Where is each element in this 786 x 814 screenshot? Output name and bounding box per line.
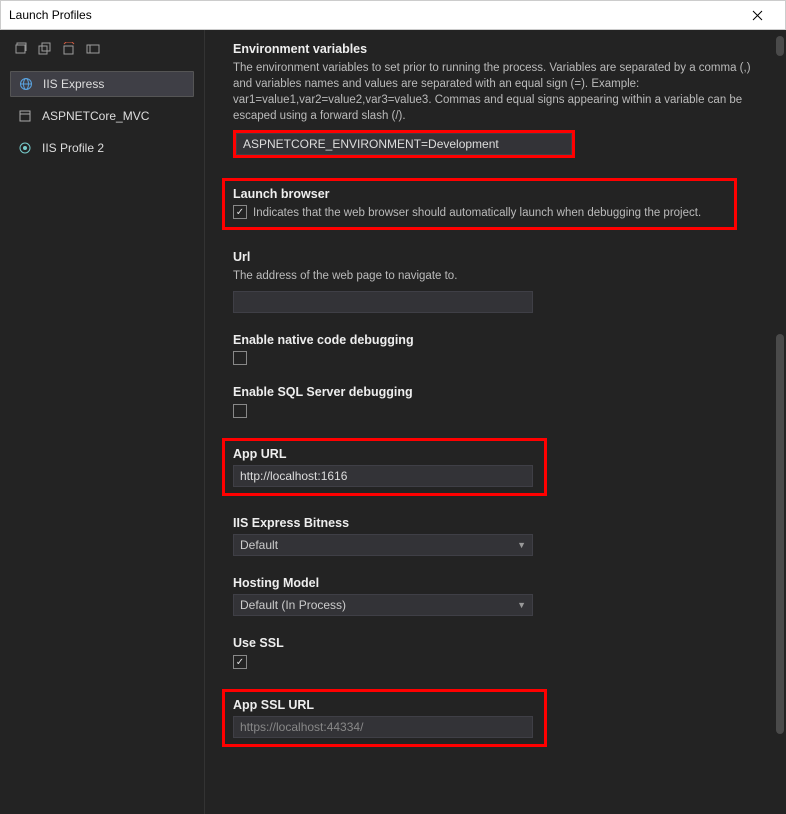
new-profile-icon[interactable] xyxy=(14,42,28,56)
sql-debug-section: Enable SQL Server debugging xyxy=(233,385,758,418)
app-url-input[interactable] xyxy=(233,465,533,487)
native-debug-checkbox[interactable] xyxy=(233,351,247,365)
globe-icon xyxy=(19,77,33,91)
url-desc: The address of the web page to navigate … xyxy=(233,268,758,284)
sidebar: IIS Express ASPNETCore_MVC IIS Profile 2 xyxy=(0,30,205,814)
url-input[interactable] xyxy=(233,291,533,313)
sidebar-toolbar xyxy=(0,35,204,63)
app-url-title: App URL xyxy=(233,447,536,461)
launch-browser-highlight: Launch browser Indicates that the web br… xyxy=(222,178,737,230)
profile-item-iis-express[interactable]: IIS Express xyxy=(10,71,194,97)
close-button[interactable] xyxy=(737,1,777,29)
use-ssl-checkbox[interactable] xyxy=(233,655,247,669)
hosting-model-title: Hosting Model xyxy=(233,576,758,590)
settings-scroll-area: Environment variables The environment va… xyxy=(205,30,786,814)
env-vars-highlight xyxy=(233,130,575,158)
profile-item-aspnetcore-mvc[interactable]: ASPNETCore_MVC xyxy=(10,103,194,129)
native-debug-section: Enable native code debugging xyxy=(233,333,758,366)
hosting-model-section: Hosting Model Default (In Process) ▼ xyxy=(233,576,758,616)
duplicate-profile-icon[interactable] xyxy=(38,42,52,56)
env-vars-desc: The environment variables to set prior t… xyxy=(233,60,758,124)
app-ssl-url-title: App SSL URL xyxy=(233,698,536,712)
bitness-dropdown[interactable]: Default ▼ xyxy=(233,534,533,556)
use-ssl-title: Use SSL xyxy=(233,636,758,650)
rename-profile-icon[interactable] xyxy=(86,42,100,56)
app-url-highlight: App URL xyxy=(222,438,547,496)
app-ssl-url-highlight: App SSL URL xyxy=(222,689,547,747)
profile-item-iis-profile-2[interactable]: IIS Profile 2 xyxy=(10,135,194,161)
launch-browser-section: Launch browser Indicates that the web br… xyxy=(233,178,758,230)
app-ssl-url-input[interactable] xyxy=(233,716,533,738)
hosting-model-dropdown[interactable]: Default (In Process) ▼ xyxy=(233,594,533,616)
window-body: IIS Express ASPNETCore_MVC IIS Profile 2… xyxy=(0,30,786,814)
url-title: Url xyxy=(233,250,758,264)
app-ssl-url-section: App SSL URL xyxy=(233,689,758,747)
content-panel: Environment variables The environment va… xyxy=(205,30,786,814)
use-ssl-section: Use SSL xyxy=(233,636,758,669)
scroll-thumb-top[interactable] xyxy=(776,36,784,56)
env-vars-input[interactable] xyxy=(236,133,572,155)
profile-label: IIS Express xyxy=(43,77,104,91)
chevron-down-icon: ▼ xyxy=(517,600,526,610)
bitness-title: IIS Express Bitness xyxy=(233,516,758,530)
launch-browser-desc: Indicates that the web browser should au… xyxy=(253,205,701,221)
url-section: Url The address of the web page to navig… xyxy=(233,250,758,312)
app-url-section: App URL xyxy=(233,438,758,496)
iis-icon xyxy=(18,141,32,155)
scroll-thumb[interactable] xyxy=(776,334,784,734)
profile-label: IIS Profile 2 xyxy=(42,141,104,155)
vertical-scrollbar[interactable] xyxy=(776,34,784,810)
bitness-value: Default xyxy=(240,538,278,552)
sql-debug-title: Enable SQL Server debugging xyxy=(233,385,758,399)
launch-browser-checkbox[interactable] xyxy=(233,205,247,219)
titlebar: Launch Profiles xyxy=(0,0,786,30)
profile-list: IIS Express ASPNETCore_MVC IIS Profile 2 xyxy=(0,63,204,161)
env-vars-section: Environment variables The environment va… xyxy=(233,42,758,158)
sql-debug-checkbox[interactable] xyxy=(233,404,247,418)
close-icon xyxy=(752,10,763,21)
env-vars-title: Environment variables xyxy=(233,42,758,56)
profile-label: ASPNETCore_MVC xyxy=(42,109,149,123)
chevron-down-icon: ▼ xyxy=(517,540,526,550)
window-title: Launch Profiles xyxy=(9,8,737,22)
launch-browser-title: Launch browser xyxy=(233,187,726,201)
bitness-section: IIS Express Bitness Default ▼ xyxy=(233,516,758,556)
hosting-model-value: Default (In Process) xyxy=(240,598,346,612)
native-debug-title: Enable native code debugging xyxy=(233,333,758,347)
project-icon xyxy=(18,109,32,123)
delete-profile-icon[interactable] xyxy=(62,42,76,56)
